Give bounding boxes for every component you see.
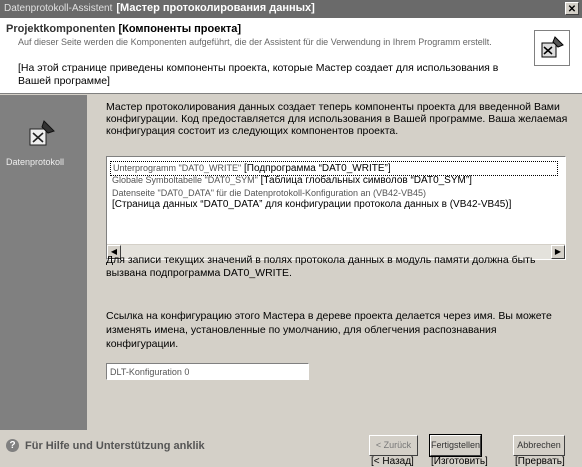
- window-title-ru: [Мастер протоколирования данных]: [116, 2, 315, 14]
- call-note: Для записи текущих значений в полях прот…: [106, 254, 536, 279]
- list-item[interactable]: [Страница данных “DAT0_DATA” для конфигу…: [112, 199, 511, 210]
- list-item-de: Globale Symboltabelle "DAT0_SYM": [112, 175, 258, 185]
- close-icon[interactable]: ✕: [565, 2, 579, 15]
- list-item[interactable]: Datenseite "DAT0_DATA" für die Datenprot…: [112, 188, 426, 199]
- sidebar: Datenprotokoll: [0, 95, 87, 430]
- finish-button[interactable]: Fertigstellen: [429, 434, 482, 457]
- list-item-ru: [Страница данных “DAT0_DATA” для конфигу…: [112, 199, 512, 210]
- page-description-ru: [На этой странице приведены компоненты п…: [18, 62, 499, 87]
- list-item-ru: [Подпрограмма “DAT0_WRITE”]: [244, 163, 391, 174]
- list-item-de: Unterprogramm "DAT0_WRITE": [113, 163, 242, 173]
- wizard-header: Projektkomponenten [Компоненты проекта] …: [0, 18, 582, 94]
- sidebar-label: Datenprotokoll: [6, 157, 65, 167]
- title-bar: Datenprotokoll-Assistent [Мастер протокол…: [0, 0, 582, 18]
- help-text: Für Hilfe und Unterstützung anklik: [25, 439, 205, 452]
- list-item[interactable]: Globale Symboltabelle "DAT0_SYM" [Таблиц…: [112, 175, 472, 186]
- page-description-de: Auf dieser Seite werden die Komponenten …: [18, 37, 492, 47]
- components-list[interactable]: Unterprogramm "DAT0_WRITE" [Подпрограмма…: [106, 156, 566, 260]
- cancel-button[interactable]: Abbrechen: [513, 435, 565, 456]
- list-item-ru: [Таблица глобальных символов “DAT0_SYM”]: [260, 175, 472, 186]
- footer: ? Für Hilfe und Unterstützung anklik < Z…: [0, 430, 582, 467]
- cancel-button-translation: [Прервать]: [515, 456, 565, 467]
- main-panel: Мастер протоколирования данных создает т…: [90, 95, 580, 430]
- data-log-icon: [24, 117, 58, 151]
- back-button-translation: [< Назад]: [371, 456, 414, 467]
- list-item-de: Datenseite "DAT0_DATA" für die Datenprot…: [112, 188, 427, 198]
- list-item[interactable]: Unterprogramm "DAT0_WRITE" [Подпрограмма…: [110, 161, 558, 176]
- window-title-de: Datenprotokoll-Assistent: [4, 3, 113, 14]
- config-name-input[interactable]: [106, 363, 309, 380]
- page-title: Projektkomponenten [Компоненты проекта]: [6, 23, 241, 35]
- wizard-icon: [534, 30, 570, 66]
- finish-button-translation: [Изготовить]: [431, 456, 488, 467]
- help-link[interactable]: ? Für Hilfe und Unterstützung anklik: [6, 439, 205, 452]
- help-icon[interactable]: ?: [6, 439, 19, 452]
- page-title-ru: [Компоненты проекта]: [118, 23, 242, 35]
- config-name-hint: Ссылка на конфигурацию этого Мастера в д…: [106, 310, 552, 350]
- intro-text: Мастер протоколирования данных создает т…: [106, 101, 568, 137]
- back-button[interactable]: < Zurück: [369, 435, 418, 456]
- page-title-de: Projektkomponenten: [6, 23, 116, 35]
